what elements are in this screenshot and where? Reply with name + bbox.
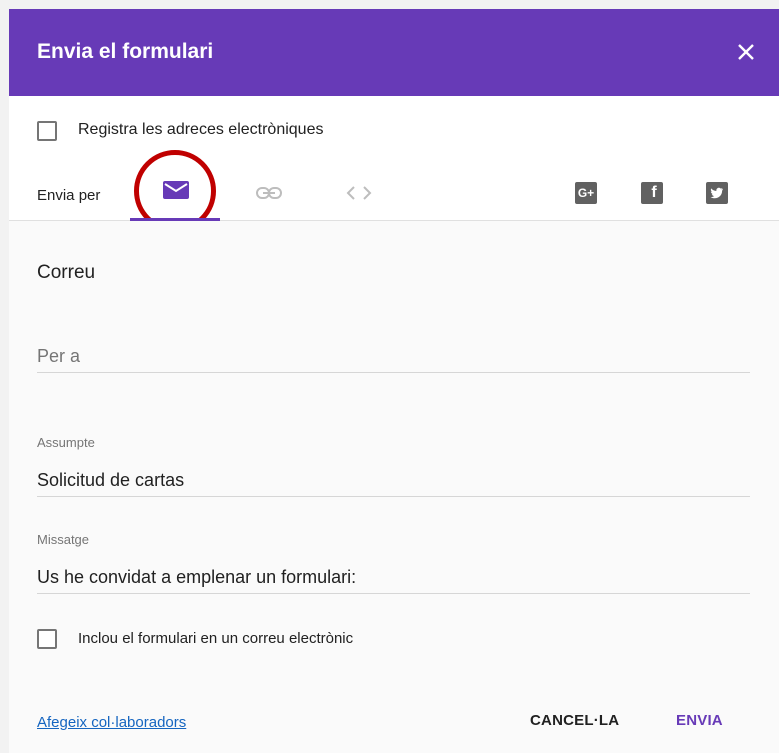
message-label: Missatge bbox=[37, 532, 90, 547]
subject-label: Assumpte bbox=[37, 435, 95, 450]
screen-background: Envia el formulari Registra les adreces … bbox=[0, 0, 779, 753]
dialog-title: Envia el formulari bbox=[37, 40, 214, 63]
email-section-title: Correu bbox=[37, 262, 96, 283]
share-twitter[interactable] bbox=[706, 182, 728, 204]
share-google-plus[interactable]: G+ bbox=[575, 182, 597, 204]
message-field[interactable] bbox=[37, 562, 750, 594]
tab-embed[interactable] bbox=[344, 183, 374, 203]
to-field[interactable] bbox=[37, 341, 750, 373]
close-icon bbox=[738, 44, 754, 60]
send-form-dialog: Envia el formulari Registra les adreces … bbox=[9, 9, 779, 753]
add-collaborators-link[interactable]: Afegeix col·laboradors bbox=[37, 712, 186, 734]
cancel-button[interactable]: CANCEL·LA bbox=[530, 710, 619, 732]
link-icon bbox=[256, 187, 282, 199]
send-via-label: Envia per bbox=[37, 187, 101, 204]
subject-field[interactable] bbox=[37, 465, 750, 497]
code-icon bbox=[346, 186, 372, 200]
include-form-checkbox[interactable] bbox=[37, 629, 57, 649]
collect-emails-label: Registra les adreces electròniques bbox=[78, 121, 324, 138]
close-button[interactable] bbox=[731, 37, 761, 67]
twitter-icon bbox=[710, 187, 723, 199]
share-facebook[interactable]: f bbox=[641, 182, 663, 204]
dialog-header: Envia el formulari bbox=[9, 9, 779, 96]
tab-link[interactable] bbox=[254, 185, 284, 201]
collect-emails-checkbox[interactable] bbox=[37, 121, 57, 141]
send-button[interactable]: ENVIA bbox=[676, 710, 723, 732]
include-form-label: Inclou el formulari en un correu electrò… bbox=[78, 630, 354, 647]
google-plus-icon: G+ bbox=[577, 186, 595, 200]
facebook-icon: f bbox=[651, 184, 657, 201]
